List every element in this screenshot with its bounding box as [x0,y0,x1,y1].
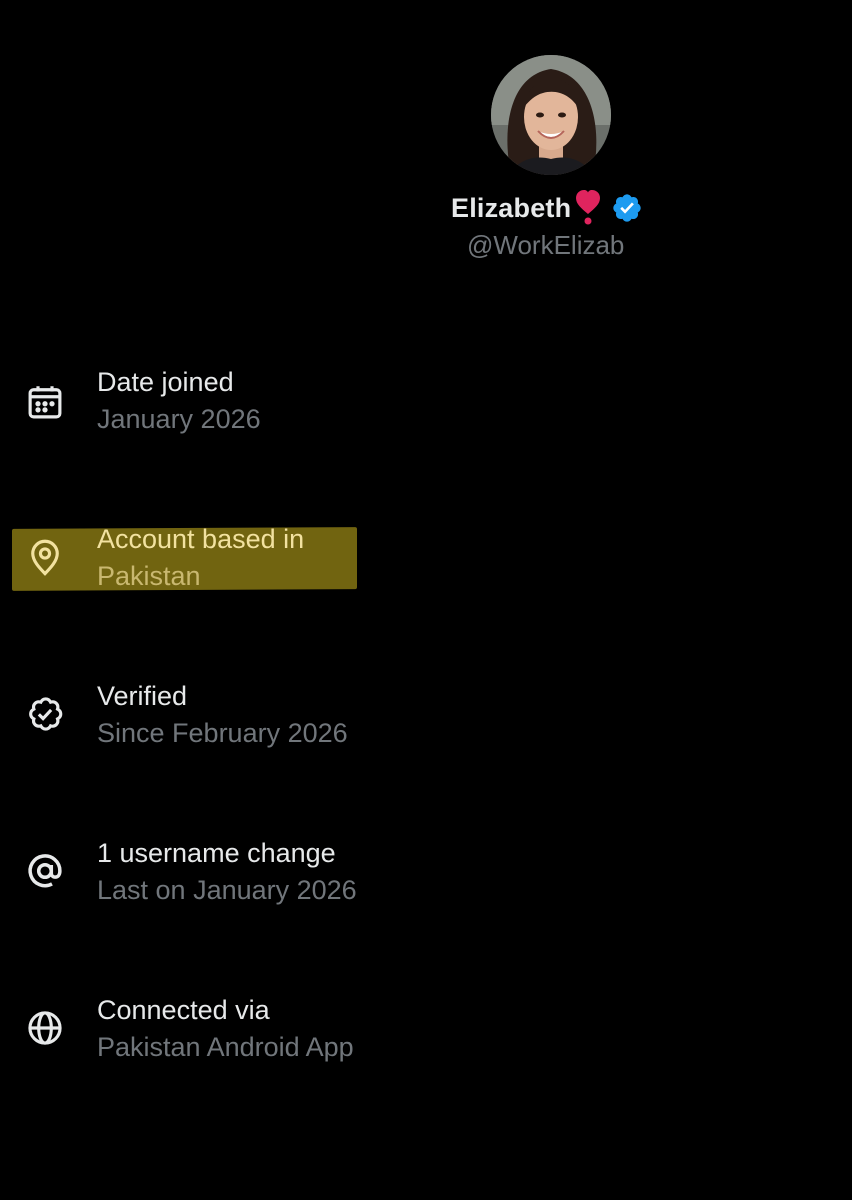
avatar[interactable] [491,55,611,175]
info-value: January 2026 [97,404,261,434]
info-text: Date joined January 2026 [97,365,261,436]
name-row: Elizabeth [451,188,643,228]
info-row-connected-via: Connected via Pakistan Android App [0,993,600,1073]
heart-exclamation-icon [575,190,601,226]
info-value: Pakistan [97,561,201,591]
info-text: Account based in Pakistan [97,522,304,593]
display-name[interactable]: Elizabeth [451,193,571,224]
info-title: Verified [97,681,188,711]
info-text: Verified Since February 2026 [97,679,348,750]
info-text: Connected via Pakistan Android App [97,993,354,1064]
verified-badge-icon[interactable] [611,192,643,224]
location-pin-icon [24,536,66,578]
at-sign-icon [24,850,66,892]
calendar-icon [24,381,66,423]
info-title: Date joined [97,367,234,397]
profile-handle: @WorkElizab [467,230,625,260]
info-row-username-change: 1 username change Last on January 2026 [0,836,600,916]
info-row-account-based-in: Account based in Pakistan [0,522,600,602]
info-title: Connected via [97,995,270,1025]
info-title: 1 username change [97,838,336,868]
info-row-date-joined: Date joined January 2026 [0,365,600,445]
info-value: Last on January 2026 [97,875,357,905]
info-value: Pakistan Android App [97,1032,354,1062]
info-title: Account based in [97,524,305,554]
profile-header: Elizabeth @WorkElizab [0,0,852,300]
verified-icon [24,693,66,735]
info-text: 1 username change Last on January 2026 [97,836,357,907]
info-value: Since February 2026 [97,718,348,748]
info-row-verified: Verified Since February 2026 [0,679,600,759]
globe-icon [24,1007,66,1049]
